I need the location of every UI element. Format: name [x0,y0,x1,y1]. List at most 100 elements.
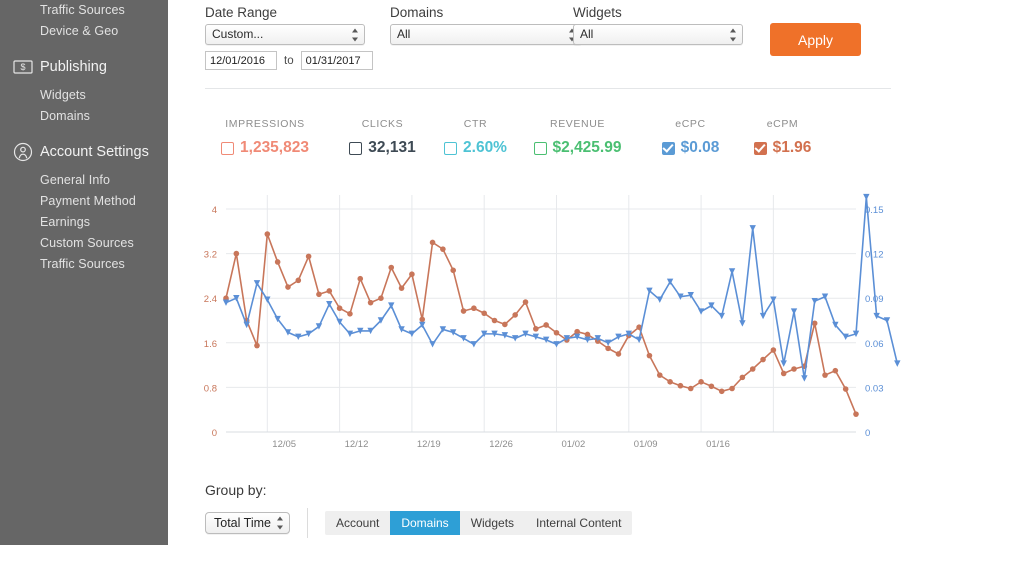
section-divider [205,88,891,89]
chart-point-ecpm [316,291,322,298]
chart-point-ecpm [770,347,777,353]
metric-ecpm[interactable]: eCPM $1.96 [735,118,830,157]
chart-line-ecpc [225,196,899,380]
end-date-input[interactable] [300,51,373,70]
date-inputs-row: to [205,51,373,70]
sidebar-item-device-geo[interactable]: Device & Geo [0,21,168,42]
metric-clicks-checkbox[interactable] [349,141,363,155]
metric-clicks-value: 32,131 [368,139,416,156]
metric-ecpc-checkbox[interactable] [661,141,675,155]
metric-ctr[interactable]: CTR 2.60% [433,118,518,157]
chart-x-tick-2: 12/19 [417,439,441,450]
sidebar-item-earnings[interactable]: Earnings [0,212,168,233]
chart-left-axis-tick: 3.2 [204,250,217,261]
app-window: Traffic Sources Device & Geo $ Publishing Wi… [0,0,1024,562]
chart-svg: 0 00.8 0.031.6 0.062.4 0.093.2 0.124 0.1512/05… [204,193,901,450]
group-by-tab-account[interactable]: Account [325,511,390,535]
sidebar-item-publishing[interactable]: $ Publishing [0,56,168,79]
group-by-tab-widgets[interactable]: Widgets [460,511,525,535]
sidebar-item-label: Custom Sources [40,236,134,250]
chart-x-tick-6: 01/16 [706,439,730,450]
chart-left-axis-tick: 1.6 [204,339,217,350]
domains-select[interactable]: All [390,24,582,45]
chart-point-ecpm [853,411,859,417]
metric-revenue-checkbox[interactable] [533,141,547,155]
chart-point-ecpm [502,321,508,328]
sidebar-item-label: Earnings [40,215,91,229]
sidebar-item-domains[interactable]: Domains [0,106,168,127]
chart-point-ecpm [347,311,353,317]
group-by-tab-internal-content[interactable]: Internal Content [525,511,632,535]
chart-point-ecpm [656,372,663,378]
domains-label: Domains [390,5,444,20]
chart-point-ecpm [254,342,260,349]
chart-point-ecpm [460,308,467,314]
chart-point-ecpc [759,312,767,320]
chart-point-ecpm [419,316,426,323]
chart-point-ecpc [780,360,787,367]
chart-point-ecpc [408,330,416,338]
chart-right-axis-tick: 0 [865,428,870,439]
chart-left-axis-tick: 0 [212,428,217,439]
metric-impressions-value-row: 1,235,823 [205,139,325,157]
chart-point-ecpm [471,305,477,312]
group-by-label: Group by: [205,482,267,498]
chart-point-ecpm [285,284,291,290]
date-range-label: Date Range [205,5,278,20]
svg-text:$: $ [20,62,25,72]
chart-x-tick-4: 01/02 [561,439,585,450]
chart-point-ecpm [708,383,715,390]
metric-clicks[interactable]: CLICKS 32,131 [335,118,430,157]
sidebar-item-label: Traffic Sources [40,257,125,271]
metric-ctr-checkbox[interactable] [444,141,458,155]
chart-point-ecpm [522,299,529,305]
sidebar-item-traffic-sources[interactable]: Traffic Sources [0,254,168,275]
sidebar-item-traffic-sources[interactable]: Traffic Sources [0,0,168,21]
chart-point-ecpm [378,295,384,301]
sidebar-item-label: Account Settings [40,144,149,160]
metric-impressions-label: IMPRESSIONS [225,118,305,130]
chart-point-ecpm [615,351,622,357]
period-selected-value: Total Time [214,516,271,530]
vertical-divider [306,508,308,538]
sidebar-item-custom-sources[interactable]: Custom Sources [0,233,168,254]
chart-point-ecpc [264,296,271,303]
metric-impressions-value: 1,235,823 [240,139,309,156]
metric-impressions[interactable]: IMPRESSIONS 1,235,823 [205,118,325,157]
sidebar-item-label: Domains [40,109,91,123]
chart-point-ecpc [739,320,746,327]
period-select[interactable]: Total Time [205,512,290,534]
chart-point-ecpc [863,193,870,201]
sidebar-item-label: Payment Method [40,194,136,208]
apply-button[interactable]: Apply [770,23,861,56]
metric-revenue[interactable]: REVENUE $2,425.99 [515,118,640,157]
chart-point-ecpm [388,264,395,271]
sidebar-item-general-info[interactable]: General Info [0,170,168,191]
widgets-select[interactable]: All [573,24,743,45]
metric-ecpc-label: eCPC [675,118,706,130]
chart-point-ecpm [481,310,488,317]
sidebar-item-payment-method[interactable]: Payment Method [0,191,168,212]
sidebar-item-account-settings[interactable]: Account Settings [0,141,168,164]
sidebar-item-label: General Info [40,173,110,187]
chevron-updown-icon [351,28,359,41]
chart-point-ecpc [656,296,663,303]
sidebar-item-widgets[interactable]: Widgets [0,85,168,106]
sidebar: Traffic Sources Device & Geo $ Publishing Wi… [0,0,168,545]
sidebar-item-label: Widgets [40,88,86,102]
date-range-select[interactable]: Custom... [205,24,365,45]
start-date-input[interactable] [205,51,277,70]
chart-point-ecpm [760,356,766,363]
group-by-tab-domains[interactable]: Domains [390,511,460,535]
chart-point-ecpm [605,345,611,352]
metric-ecpm-checkbox[interactable] [753,141,767,155]
chart-point-ecpm [698,379,704,385]
chart-point-ecpm [842,386,849,392]
chart-point-ecpm [326,288,333,294]
chart-point-ecpc [894,360,901,367]
chart-point-ecpc [873,312,880,320]
metric-impressions-checkbox[interactable] [221,141,235,155]
metric-ecpc[interactable]: eCPC $0.08 [643,118,738,157]
chart-point-ecpm [264,231,271,237]
